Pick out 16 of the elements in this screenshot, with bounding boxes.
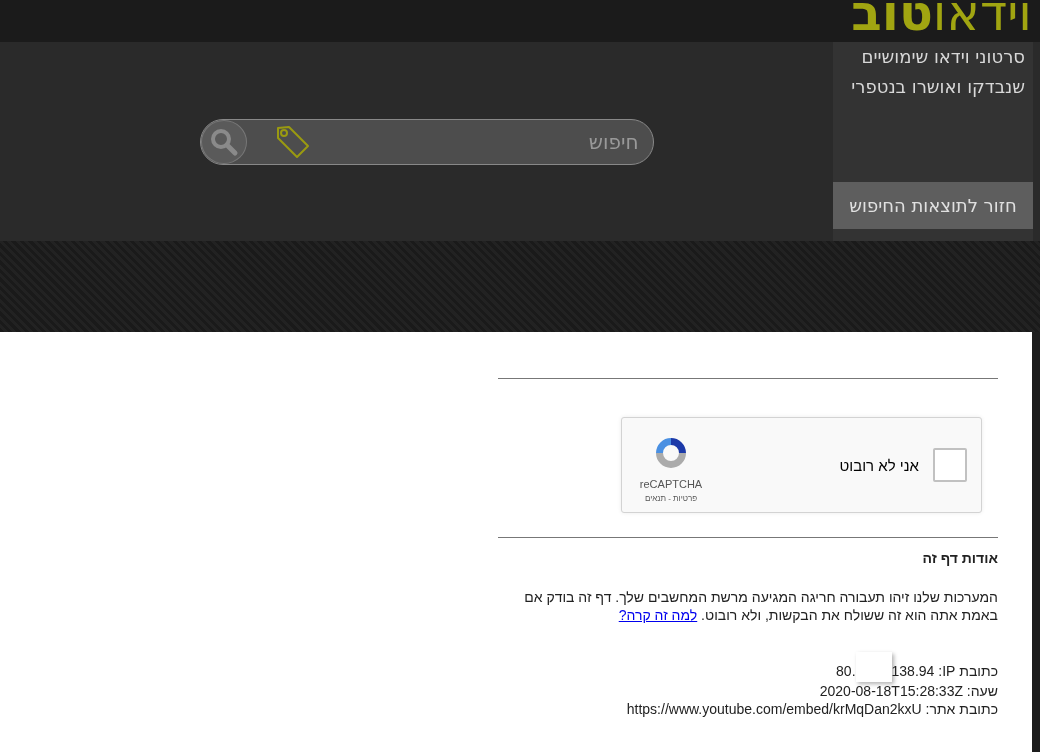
back-to-results-button[interactable]: חזור לתוצאות החיפוש [833,182,1033,229]
checkbox-label: אני לא רובוט [839,456,919,474]
about-paragraph: המערכות שלנו זיהו תעבורה חריגה המגיעה מרשת המחשבים שלך. דף זה בודק אם באמת אתה הוא זה ששולח את הבקשות, ולא רובוט. למה זה קרה? [523,588,998,624]
redaction-block [855,652,892,682]
privacy-terms-links[interactable]: פרטיות - תנאים [644,493,698,503]
why-link[interactable]: למה זה קרה? [618,607,698,623]
site-logo[interactable]: וידאוטוב [851,0,1032,38]
about-title: אודות דף זה [921,550,998,566]
url-line: כתובת אתר: https://www.youtube.com/embed/krMqDan2kxU [625,700,998,718]
time-line: שעה: 2020-08-18T15:28:33Z [818,682,998,700]
recaptcha-label: reCAPTCHA [639,477,703,490]
search-button[interactable] [200,119,247,164]
not-robot-checkbox[interactable] [933,448,967,482]
tagline: סרטוני וידאו שימושיים שנבדקו ואושרו בנטפרי [850,45,1026,99]
search-field[interactable]: חיפוש [310,128,653,155]
tag-icon[interactable] [274,123,311,160]
